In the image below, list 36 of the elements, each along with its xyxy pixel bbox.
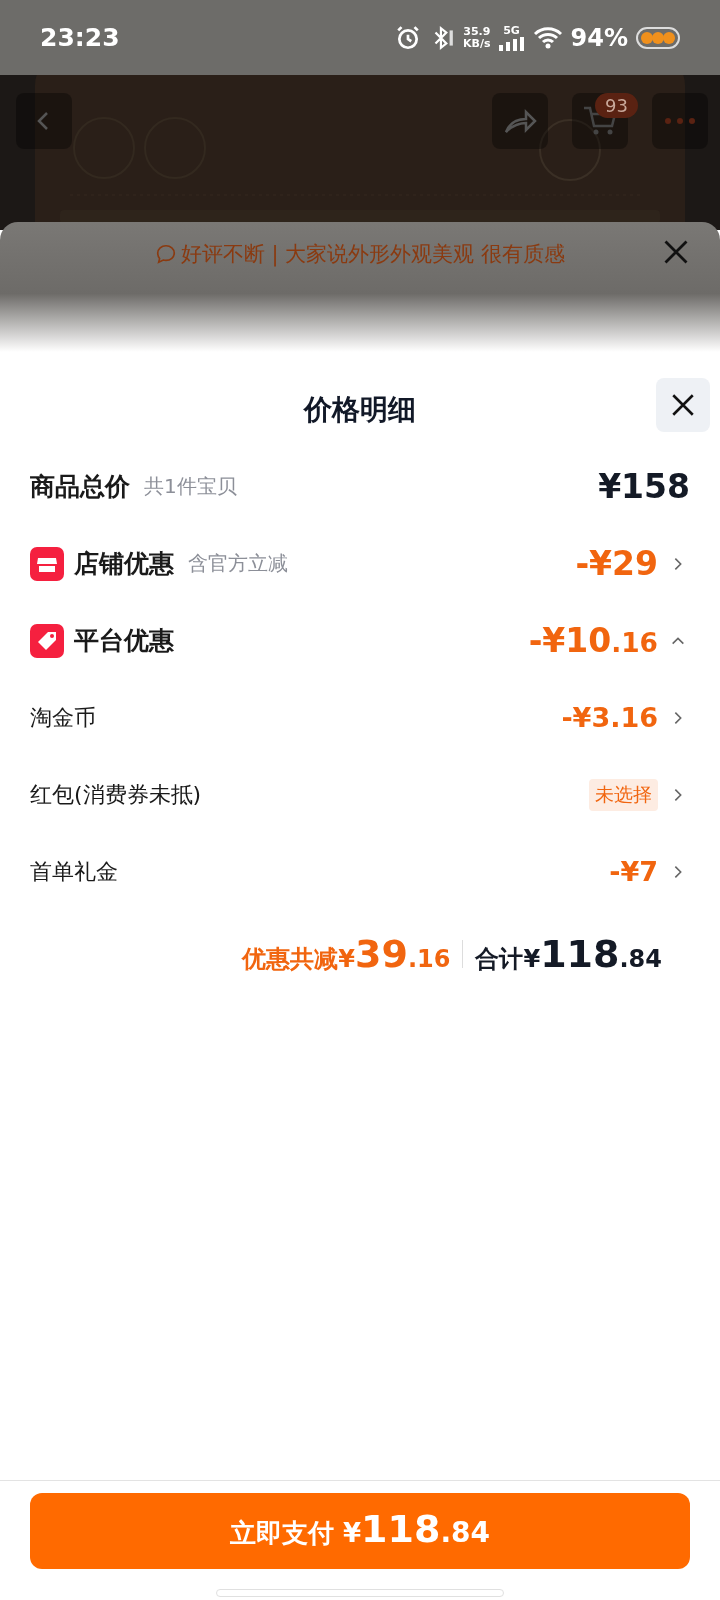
amount: -¥7: [609, 856, 658, 887]
tag-icon: [30, 623, 64, 658]
amount: ¥158: [598, 467, 690, 506]
network-type: 5G: [503, 24, 520, 37]
battery-level: 94%: [570, 23, 628, 52]
row-label: 商品总价: [30, 471, 130, 503]
grand-total: 合计¥118.84: [475, 932, 662, 976]
pay-button[interactable]: 立即支付 ¥118.84: [30, 1493, 690, 1569]
row-label: 红包(消费券未抵): [30, 780, 202, 809]
chat-icon: [154, 243, 177, 265]
row-label: 淘金币: [30, 703, 96, 732]
close-icon: [662, 238, 690, 266]
signal-icon: [498, 36, 525, 51]
close-icon: [670, 392, 696, 418]
status-time: 23:23: [40, 23, 120, 52]
store-icon: [30, 546, 64, 581]
amount: -¥3.16: [561, 702, 658, 733]
row-note: 共1件宝贝: [144, 473, 237, 500]
sheet-title: 价格明细: [304, 392, 416, 428]
row-label: 平台优惠: [74, 625, 174, 657]
amount: -¥10.16: [528, 621, 658, 660]
discount-total: 优惠共减¥39.16: [242, 932, 451, 976]
alarm-icon: [395, 24, 422, 51]
more-icon: [663, 116, 697, 126]
network-speed: 35.9: [463, 25, 491, 38]
speed-unit: KB/s: [463, 37, 491, 50]
wifi-icon: [532, 25, 563, 50]
row-label: 店铺优惠: [74, 548, 174, 580]
battery-icon: [636, 26, 680, 49]
toast-text: 好评不断 | 大家说外形外观美观 很有质感: [180, 241, 566, 268]
row-label: 首单礼金: [30, 857, 118, 886]
row-note: 含官方立减: [188, 550, 288, 577]
status-tag: 未选择: [589, 778, 658, 811]
share-button[interactable]: [492, 93, 548, 149]
close-button[interactable]: [656, 378, 710, 432]
amount: -¥29: [575, 544, 658, 583]
